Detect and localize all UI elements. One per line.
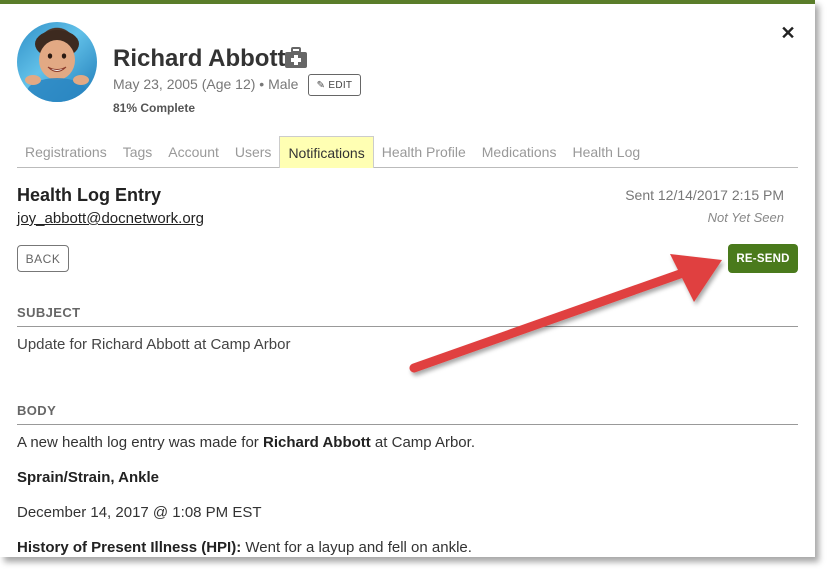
body-patient-name: Richard Abbott bbox=[262, 434, 371, 451]
body-intro-suffix: at Camp Arbor. bbox=[370, 434, 475, 451]
profile-completion: 81% Complete bbox=[113, 101, 196, 115]
body-entry-datetime: December 14, 2017 @ 1:08 PM EST bbox=[17, 504, 262, 521]
tab-health-log[interactable]: Health Log bbox=[564, 136, 648, 167]
body-hpi-line: History of Present Illness (HPI): Went f… bbox=[17, 539, 472, 556]
tab-medications[interactable]: Medications bbox=[474, 136, 565, 167]
body-intro-prefix: A new health log entry was made for bbox=[17, 434, 263, 451]
resend-button[interactable]: RE-SEND bbox=[728, 244, 798, 273]
back-button[interactable]: BACK bbox=[17, 245, 69, 272]
seen-status: Not Yet Seen bbox=[707, 210, 784, 225]
body-hpi-text: Went for a layup and fell on ankle. bbox=[241, 539, 472, 556]
patient-modal: ✕ Richard Abbott May 23, 2005 (Age 12) •… bbox=[0, 0, 815, 557]
pencil-icon: ✎ bbox=[316, 79, 326, 91]
tab-bar: Registrations Tags Account Users Notific… bbox=[17, 136, 798, 168]
annotation-arrow bbox=[409, 254, 722, 373]
edit-label: EDIT bbox=[328, 79, 353, 91]
body-hpi-label: History of Present Illness (HPI): bbox=[17, 539, 242, 556]
tab-notifications[interactable]: Notifications bbox=[279, 136, 374, 168]
body-intro-line: A new health log entry was made for Rich… bbox=[17, 434, 475, 451]
entry-title: Health Log Entry bbox=[17, 185, 162, 205]
edit-button[interactable]: ✎ EDIT bbox=[308, 74, 361, 96]
sent-timestamp: Sent 12/14/2017 2:15 PM bbox=[625, 187, 784, 203]
close-icon[interactable]: ✕ bbox=[779, 24, 797, 42]
body-injury-type: Sprain/Strain, Ankle bbox=[17, 469, 159, 486]
patient-name: Richard Abbott bbox=[113, 45, 286, 72]
avatar-photo bbox=[25, 30, 89, 102]
tab-account[interactable]: Account bbox=[160, 136, 227, 167]
avatar bbox=[17, 22, 97, 102]
recipient-email-link[interactable]: joy_abbott@docnetwork.org bbox=[17, 210, 204, 227]
tab-users[interactable]: Users bbox=[227, 136, 280, 167]
tab-tags[interactable]: Tags bbox=[115, 136, 161, 167]
medical-kit-icon bbox=[285, 47, 307, 68]
patient-meta: May 23, 2005 (Age 12) • Male bbox=[113, 76, 299, 92]
body-heading: BODY bbox=[17, 403, 798, 425]
subject-text: Update for Richard Abbott at Camp Arbor bbox=[17, 336, 291, 353]
tab-registrations[interactable]: Registrations bbox=[17, 136, 115, 167]
tab-health-profile[interactable]: Health Profile bbox=[374, 136, 474, 167]
